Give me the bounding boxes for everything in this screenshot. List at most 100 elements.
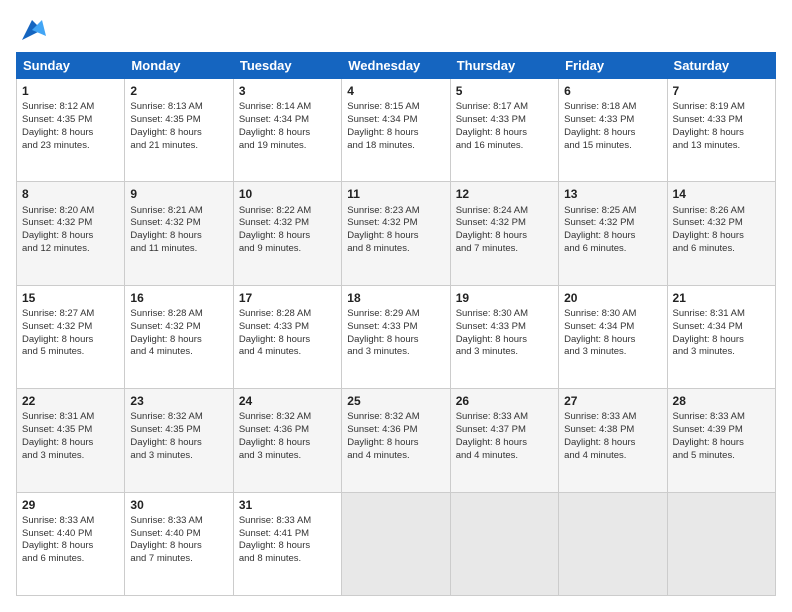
day-number: 4 (347, 83, 444, 99)
calendar-cell: 6Sunrise: 8:18 AMSunset: 4:33 PMDaylight… (559, 79, 667, 182)
day-info-line: and 4 minutes. (347, 450, 444, 463)
day-info-line: Daylight: 8 hours (673, 334, 770, 347)
day-info-line: Sunset: 4:38 PM (564, 424, 661, 437)
day-info-line: and 8 minutes. (239, 553, 336, 566)
day-info-line: Daylight: 8 hours (239, 127, 336, 140)
calendar-cell: 3Sunrise: 8:14 AMSunset: 4:34 PMDaylight… (233, 79, 341, 182)
day-info-line: and 18 minutes. (347, 140, 444, 153)
day-info-line: Daylight: 8 hours (456, 334, 553, 347)
day-number: 23 (130, 393, 227, 409)
calendar-cell: 27Sunrise: 8:33 AMSunset: 4:38 PMDayligh… (559, 389, 667, 492)
logo-icon (18, 16, 46, 44)
day-info-line: Daylight: 8 hours (130, 230, 227, 243)
calendar-cell: 4 Sunrise: 8:15 AMSunset: 4:34 PMDaylight… (342, 79, 450, 182)
day-info-line: Daylight: 8 hours (347, 127, 444, 140)
day-info-line: Sunrise: 8:20 AM (22, 205, 119, 218)
day-header-wednesday: Wednesday (342, 53, 450, 79)
calendar-cell (450, 492, 558, 595)
day-info-line: Daylight: 8 hours (673, 230, 770, 243)
day-info-line: Sunrise: 8:28 AM (130, 308, 227, 321)
day-info-line: Daylight: 8 hours (22, 334, 119, 347)
calendar-cell: 13Sunrise: 8:25 AMSunset: 4:32 PMDayligh… (559, 182, 667, 285)
day-info-line: Sunrise: 8:17 AM (456, 101, 553, 114)
day-header-friday: Friday (559, 53, 667, 79)
day-info-line: Sunset: 4:32 PM (22, 321, 119, 334)
day-info-line: Daylight: 8 hours (239, 437, 336, 450)
day-info-line: Sunset: 4:32 PM (130, 217, 227, 230)
day-info-line: Sunset: 4:32 PM (456, 217, 553, 230)
day-number: 31 (239, 497, 336, 513)
day-number: 18 (347, 290, 444, 306)
day-info-line: Sunset: 4:35 PM (22, 424, 119, 437)
day-info-line: Daylight: 8 hours (22, 230, 119, 243)
day-info-line: Daylight: 8 hours (456, 437, 553, 450)
day-number: 2 (130, 83, 227, 99)
calendar-cell: 18Sunrise: 8:29 AMSunset: 4:33 PMDayligh… (342, 285, 450, 388)
day-info-line: and 15 minutes. (564, 140, 661, 153)
calendar-cell: 24Sunrise: 8:32 AMSunset: 4:36 PMDayligh… (233, 389, 341, 492)
day-info-line: and 23 minutes. (22, 140, 119, 153)
day-info-line: and 3 minutes. (347, 346, 444, 359)
day-header-saturday: Saturday (667, 53, 775, 79)
day-info-line: and 3 minutes. (456, 346, 553, 359)
day-info-line: Daylight: 8 hours (673, 437, 770, 450)
day-number: 29 (22, 497, 119, 513)
day-info-line: Sunrise: 8:22 AM (239, 205, 336, 218)
day-info-line: and 12 minutes. (22, 243, 119, 256)
day-info-line: Sunrise: 8:27 AM (22, 308, 119, 321)
day-info-line: and 6 minutes. (673, 243, 770, 256)
day-info-line: Sunset: 4:41 PM (239, 528, 336, 541)
day-info-line: and 13 minutes. (673, 140, 770, 153)
day-info-line: and 8 minutes. (347, 243, 444, 256)
day-info-line: Daylight: 8 hours (456, 127, 553, 140)
day-info-line: Sunset: 4:32 PM (22, 217, 119, 230)
day-info-line: Sunset: 4:40 PM (130, 528, 227, 541)
day-number: 12 (456, 186, 553, 202)
day-info-line: and 4 minutes. (564, 450, 661, 463)
day-info-line: Sunset: 4:34 PM (347, 114, 444, 127)
day-info-line: and 19 minutes. (239, 140, 336, 153)
day-info-line: Sunrise: 8:33 AM (564, 411, 661, 424)
page: SundayMondayTuesdayWednesdayThursdayFrid… (0, 0, 792, 612)
day-info-line: and 3 minutes. (673, 346, 770, 359)
day-info-line: and 9 minutes. (239, 243, 336, 256)
calendar-cell: 26Sunrise: 8:33 AMSunset: 4:37 PMDayligh… (450, 389, 558, 492)
day-info-line: Sunrise: 8:26 AM (673, 205, 770, 218)
day-info-line: Sunrise: 8:32 AM (239, 411, 336, 424)
day-info-line: Sunrise: 8:15 AM (347, 101, 444, 114)
day-info-line: Sunrise: 8:33 AM (673, 411, 770, 424)
day-info-line: and 6 minutes. (22, 553, 119, 566)
day-number: 11 (347, 186, 444, 202)
day-number: 17 (239, 290, 336, 306)
day-info-line: Daylight: 8 hours (347, 230, 444, 243)
day-header-sunday: Sunday (17, 53, 125, 79)
day-info-line: Daylight: 8 hours (239, 230, 336, 243)
day-number: 25 (347, 393, 444, 409)
calendar-cell (342, 492, 450, 595)
day-number: 8 (22, 186, 119, 202)
day-info-line: Sunset: 4:32 PM (347, 217, 444, 230)
day-number: 9 (130, 186, 227, 202)
day-info-line: Sunrise: 8:23 AM (347, 205, 444, 218)
calendar-cell: 17Sunrise: 8:28 AMSunset: 4:33 PMDayligh… (233, 285, 341, 388)
day-info-line: Sunset: 4:32 PM (239, 217, 336, 230)
day-info-line: and 6 minutes. (564, 243, 661, 256)
day-info-line: Sunset: 4:36 PM (239, 424, 336, 437)
day-number: 5 (456, 83, 553, 99)
day-info-line: Sunset: 4:36 PM (347, 424, 444, 437)
day-info-line: Daylight: 8 hours (130, 334, 227, 347)
calendar-cell: 7Sunrise: 8:19 AMSunset: 4:33 PMDaylight… (667, 79, 775, 182)
day-number: 13 (564, 186, 661, 202)
day-number: 10 (239, 186, 336, 202)
day-info-line: Sunset: 4:37 PM (456, 424, 553, 437)
day-number: 22 (22, 393, 119, 409)
calendar-cell: 20Sunrise: 8:30 AMSunset: 4:34 PMDayligh… (559, 285, 667, 388)
day-info-line: Sunrise: 8:33 AM (130, 515, 227, 528)
day-info-line: Sunset: 4:32 PM (564, 217, 661, 230)
header (16, 16, 776, 44)
day-info-line: Sunrise: 8:33 AM (456, 411, 553, 424)
day-info-line: Daylight: 8 hours (239, 540, 336, 553)
day-info-line: Sunrise: 8:30 AM (564, 308, 661, 321)
day-info-line: and 7 minutes. (456, 243, 553, 256)
day-number: 20 (564, 290, 661, 306)
